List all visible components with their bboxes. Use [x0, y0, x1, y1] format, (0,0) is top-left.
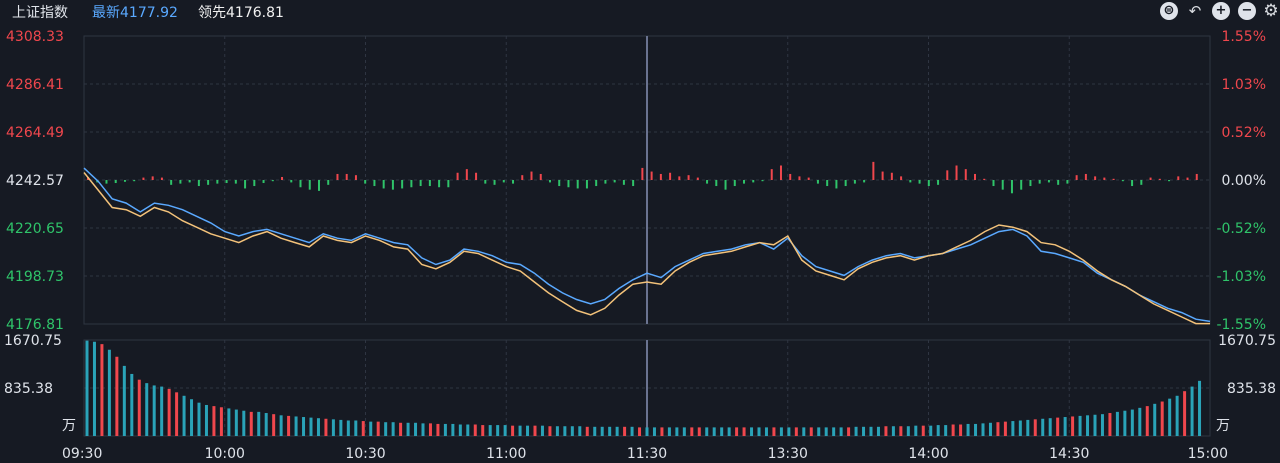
pct-tick-label: 0.52% — [1222, 125, 1266, 141]
volume-unit-label-right: 万 — [1216, 418, 1230, 434]
time-tick-label: 14:00 — [908, 446, 948, 462]
time-tick-label: 10:30 — [345, 446, 385, 462]
price-tick-label: 4198.73 — [6, 269, 64, 285]
price-tick-label: 4308.33 — [6, 29, 64, 45]
time-tick-label: 11:00 — [486, 446, 526, 462]
price-tick-label: 4220.65 — [6, 221, 64, 237]
volume-tick-label: 835.38 — [4, 381, 53, 397]
pct-tick-label: -0.52% — [1216, 221, 1266, 237]
volume-unit-label: 万 — [62, 418, 76, 434]
volume-tick-label: 1670.75 — [4, 333, 62, 349]
pct-tick-label: 1.03% — [1222, 77, 1266, 93]
time-tick-label: 09:30 — [62, 446, 102, 462]
time-tick-label: 10:00 — [205, 446, 245, 462]
price-tick-label: 4176.81 — [6, 317, 64, 333]
time-tick-label: 11:30 — [627, 446, 667, 462]
time-tick-label: 14:30 — [1049, 446, 1089, 462]
pct-tick-label: 0.00% — [1222, 173, 1266, 189]
time-tick-label: 13:30 — [768, 446, 808, 462]
pct-tick-label: -1.55% — [1216, 317, 1266, 333]
volume-tick-label-right: 1670.75 — [1218, 333, 1276, 349]
price-tick-label: 4264.49 — [6, 125, 64, 141]
pct-tick-label: 1.55% — [1222, 29, 1266, 45]
time-tick-label: 15:00 — [1188, 446, 1228, 462]
pct-tick-label: -1.03% — [1216, 269, 1266, 285]
price-tick-label: 4242.57 — [6, 173, 64, 189]
price-tick-label: 4286.41 — [6, 77, 64, 93]
volume-tick-label-right: 835.38 — [1227, 381, 1276, 397]
intraday-chart[interactable]: 4308.33 1.55% 4286.41 1.03% 4264.49 0.52% 4242… — [0, 0, 1280, 463]
